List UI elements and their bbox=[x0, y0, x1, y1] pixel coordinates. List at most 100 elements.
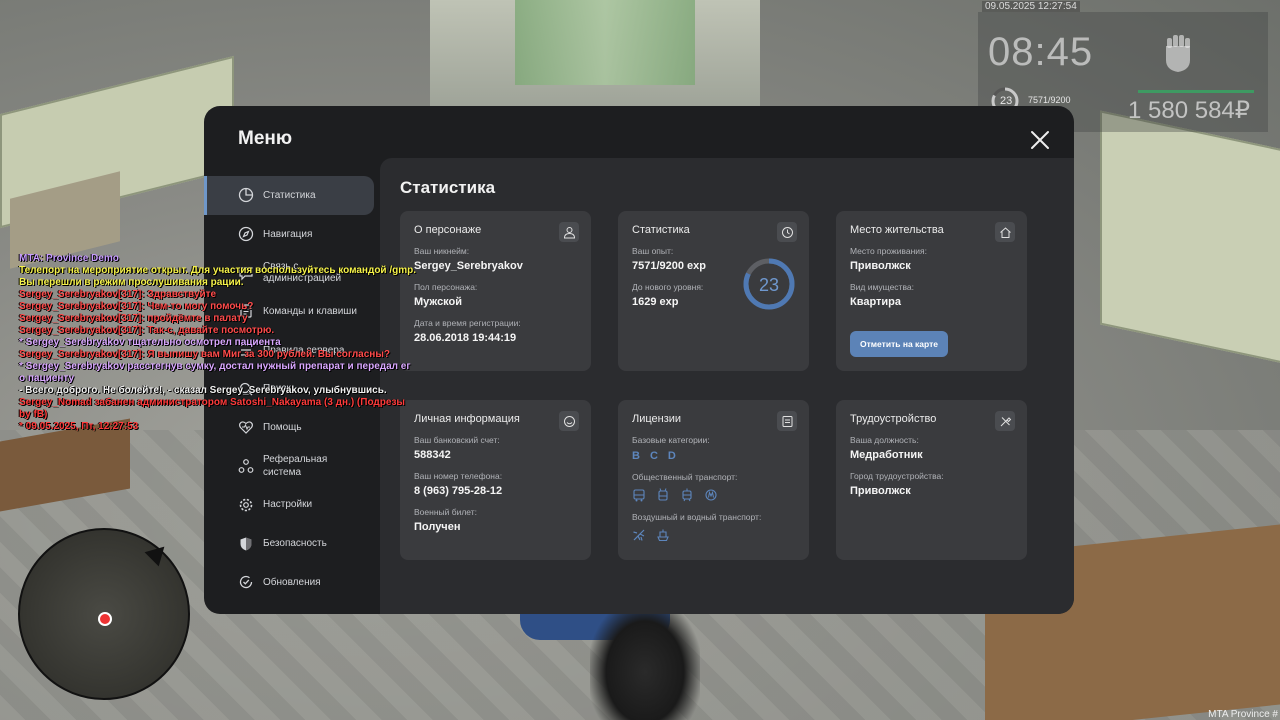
license-icon bbox=[777, 411, 797, 431]
chat-line: by fB) bbox=[19, 409, 48, 420]
chat-line: Sergey_Serebryakov[317]: Я выпишу вам Ми… bbox=[19, 349, 390, 360]
field-label: Вид имущества: bbox=[850, 282, 914, 292]
home-icon bbox=[995, 222, 1015, 242]
hud-health-bar bbox=[1138, 90, 1254, 93]
level-value: 23 bbox=[759, 275, 779, 295]
nav-item-navigation[interactable]: Навигация bbox=[204, 215, 374, 254]
cabinet-right bbox=[1100, 110, 1280, 364]
compass-icon bbox=[238, 226, 254, 242]
chat-line: * 09.05.2025, Пт, 12:27:53 bbox=[19, 421, 139, 432]
nav-label: Безопасность bbox=[263, 538, 327, 550]
card-title: О персонаже bbox=[414, 224, 482, 236]
chat-line: - Всего доброго. Не болейте!, - сказал S… bbox=[19, 385, 387, 396]
field-label: Ваша должность: bbox=[850, 435, 919, 445]
user-icon bbox=[559, 222, 579, 242]
mark-on-map-button[interactable]: Отметить на карте bbox=[850, 331, 948, 357]
tram-icon bbox=[682, 488, 692, 502]
licenses-card: Лицензии Базовые категории: B C D Общест… bbox=[618, 400, 809, 560]
air-water-transport-icons bbox=[632, 528, 795, 542]
field-label: Дата и время регистрации: bbox=[414, 318, 521, 328]
player-character bbox=[590, 600, 700, 720]
player-blip-icon bbox=[98, 612, 112, 626]
hud-datetime: 09.05.2025 12:27:54 bbox=[982, 1, 1080, 12]
position-value: Медработник bbox=[850, 449, 923, 461]
boat-icon bbox=[657, 529, 669, 542]
employment-city-value: Приволжск bbox=[850, 485, 911, 497]
section-title: Статистика bbox=[400, 178, 496, 197]
tools-icon bbox=[995, 411, 1015, 431]
field-label: Ваш никнейм: bbox=[414, 246, 470, 256]
stats-content: Статистика О персонаже Ваш никнейм: Serg… bbox=[380, 158, 1074, 614]
nav-label: Настройки bbox=[263, 499, 313, 511]
residence-value: Приволжск bbox=[850, 260, 911, 272]
fist-icon bbox=[1166, 35, 1190, 72]
plane-icon bbox=[633, 529, 645, 541]
field-label: Общественный транспорт: bbox=[632, 472, 738, 482]
field-label: Город трудоустройства: bbox=[850, 471, 944, 481]
chat-line: Sergey_Nomad забанен администратором Sat… bbox=[19, 397, 405, 408]
smile-icon bbox=[559, 411, 579, 431]
menu-title: Меню bbox=[238, 128, 293, 149]
nav-label: Навигация bbox=[263, 228, 313, 240]
chat-line: Вы перешли в режим прослушивания рации. bbox=[19, 277, 244, 288]
chat-line: Sergey_Serebryakov[317]: пройдёмте в пал… bbox=[19, 313, 248, 324]
nav-item-referral[interactable]: Реферальная система bbox=[204, 447, 374, 486]
license-category: B bbox=[632, 450, 640, 462]
nickname-value: Sergey_Serebryakov bbox=[414, 260, 523, 272]
chat-log: MTA: Province Demo Телепорт на мероприяти… bbox=[19, 253, 417, 433]
nav-item-statistics[interactable]: Статистика bbox=[204, 176, 374, 215]
minimap bbox=[18, 528, 190, 700]
server-watermark: MTA Province # bbox=[1208, 709, 1278, 720]
public-transport-icons bbox=[632, 488, 795, 502]
employment-card: Трудоустройство Ваша должность: Медработ… bbox=[836, 400, 1027, 560]
military-value: Получен bbox=[414, 521, 461, 533]
window-plants bbox=[515, 0, 695, 85]
field-label: Ваш опыт: bbox=[632, 246, 674, 256]
nav-label: Обновления bbox=[263, 576, 321, 588]
hud-exp: 7571/9200 bbox=[1028, 95, 1071, 105]
field-label: Ваш банковский счет: bbox=[414, 435, 500, 445]
nav-item-updates[interactable]: Обновления bbox=[204, 563, 374, 602]
chat-line: Sergey_Serebryakov[317]: Здравствуйте bbox=[19, 289, 217, 300]
chat-line: MTA: Province Demo bbox=[19, 253, 119, 264]
chat-line: Телепорт на мероприятие открыт. Для учас… bbox=[19, 265, 417, 276]
field-label: Базовые категории: bbox=[632, 435, 710, 445]
residence-card: Место жительства Место проживания: Приво… bbox=[836, 211, 1027, 371]
level-ring: 23 bbox=[743, 258, 795, 310]
hud-clock: 08:45 bbox=[988, 30, 1094, 74]
gear-icon bbox=[238, 497, 254, 513]
nav-label: Статистика bbox=[263, 189, 316, 201]
license-category: D bbox=[667, 450, 676, 462]
field-label: Место проживания: bbox=[850, 246, 927, 256]
bank-value: 588342 bbox=[414, 449, 451, 461]
nav-label: Реферальная система bbox=[263, 454, 328, 479]
gender-value: Мужской bbox=[414, 296, 463, 308]
card-title: Личная информация bbox=[414, 413, 520, 425]
shield-icon bbox=[238, 536, 254, 552]
chat-line: о пациенту bbox=[19, 373, 75, 384]
registration-value: 28.06.2018 19:44:19 bbox=[414, 332, 517, 344]
bus-icon bbox=[633, 489, 645, 502]
nav-item-security[interactable]: Безопасность bbox=[204, 524, 374, 563]
card-title: Трудоустройство bbox=[850, 413, 937, 425]
hud-money: 1 580 584₽ bbox=[1128, 97, 1251, 124]
statistics-card: Статистика Ваш опыт: 7571/9200 exp До но… bbox=[618, 211, 809, 371]
license-category: C bbox=[649, 450, 658, 462]
phone-value: 8 (963) 795-28-12 bbox=[414, 485, 503, 497]
property-value: Квартира bbox=[850, 296, 902, 308]
license-categories: B C D bbox=[632, 450, 795, 462]
trolleybus-icon bbox=[658, 488, 668, 501]
chat-line: * Sergey_Serebryakov расстегнув сумку, д… bbox=[19, 361, 411, 372]
card-title: Место жительства bbox=[850, 224, 944, 236]
nav-item-settings[interactable]: Настройки bbox=[204, 486, 374, 525]
chart-pie-icon bbox=[238, 187, 254, 203]
card-title: Статистика bbox=[632, 224, 690, 236]
card-title: Лицензии bbox=[632, 413, 682, 425]
chat-line: Sergey_Serebryakov[317]: Чем-то могу пом… bbox=[19, 301, 254, 312]
field-label: Пол персонажа: bbox=[414, 282, 478, 292]
update-icon bbox=[238, 574, 254, 590]
field-label: Ваш номер телефона: bbox=[414, 471, 503, 481]
close-icon[interactable] bbox=[1029, 129, 1051, 151]
clock-icon bbox=[777, 222, 797, 242]
field-label: Военный билет: bbox=[414, 507, 478, 517]
